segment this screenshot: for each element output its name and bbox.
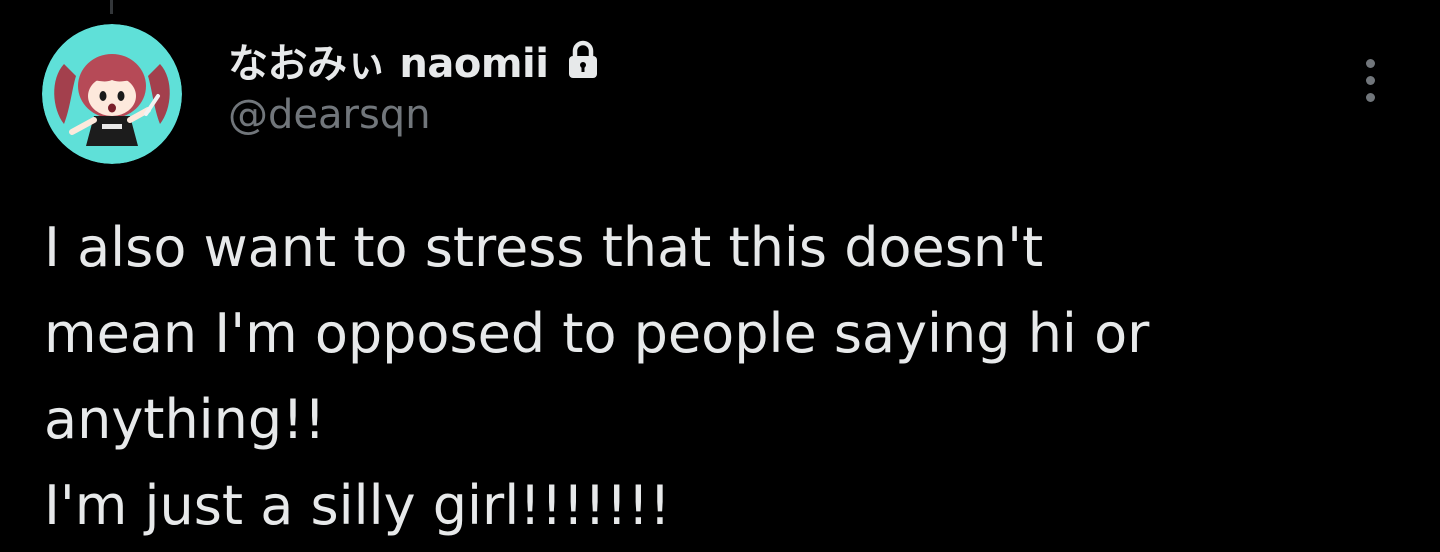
avatar-image (42, 24, 182, 164)
tweet-header: なおみぃ naomii @dearsqn (228, 30, 600, 138)
tweet-text-line: anything!! (44, 388, 326, 451)
avatar[interactable] (42, 24, 182, 164)
tweet-text-line: mean I'm opposed to people saying hi or (44, 302, 1150, 365)
tweet-text-line: I also want to stress that this doesn't (44, 216, 1044, 279)
lock-icon (566, 40, 600, 80)
tweet-text: I also want to stress that this doesn't … (44, 205, 1384, 549)
more-vertical-icon-dot (1365, 92, 1375, 102)
thread-connector-line (110, 0, 113, 14)
author-handle[interactable]: @dearsqn (228, 92, 600, 138)
more-options-button[interactable] (1348, 52, 1392, 108)
tweet-text-line: I'm just a silly girl!!!!!!! (44, 474, 671, 537)
author-display-name[interactable]: なおみぃ naomii (228, 31, 549, 89)
more-vertical-icon-dot (1365, 75, 1375, 85)
author-name-row[interactable]: なおみぃ naomii (228, 30, 600, 90)
more-vertical-icon (1365, 58, 1375, 68)
